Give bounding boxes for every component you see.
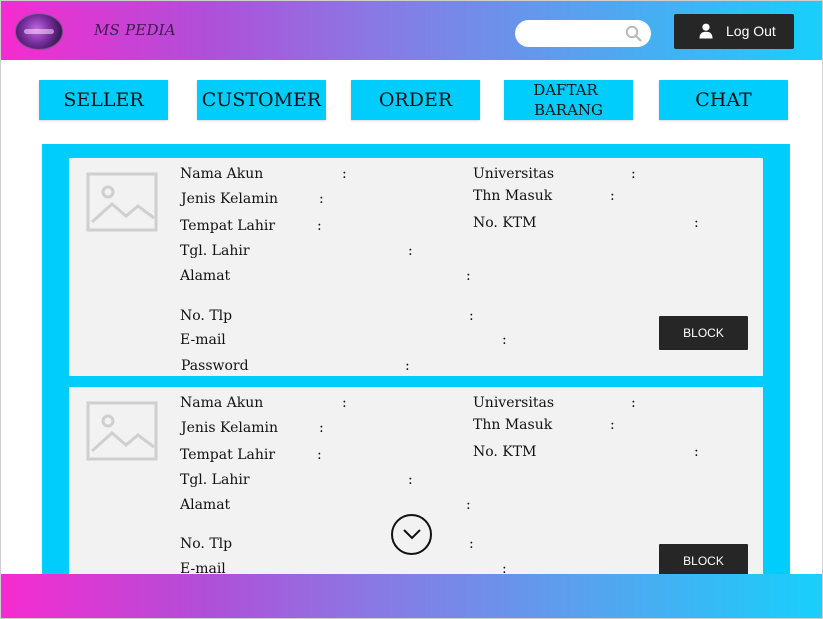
field-alamat: Alamat bbox=[180, 497, 231, 513]
field-no-tlp: No. Tlp bbox=[180, 536, 233, 552]
field-jenis-kelamin: Jenis Kelamin bbox=[181, 191, 278, 207]
colon: : bbox=[408, 243, 413, 259]
colon: : bbox=[469, 308, 474, 324]
colon: : bbox=[342, 166, 347, 182]
colon: : bbox=[469, 536, 474, 552]
nav-daftar-barang-button[interactable]: DAFTAR BARANG bbox=[504, 80, 633, 120]
block-button[interactable]: BLOCK bbox=[659, 544, 748, 576]
header-bar: MS PEDIA Log Out bbox=[1, 1, 822, 60]
scroll-down-button[interactable] bbox=[391, 514, 432, 555]
field-no-ktm: No. KTM bbox=[473, 444, 537, 460]
nav-order-button[interactable]: ORDER bbox=[351, 80, 480, 120]
field-no-tlp: No. Tlp bbox=[180, 308, 233, 324]
nav-customer-button[interactable]: CUSTOMER bbox=[197, 80, 326, 120]
field-universitas: Universitas bbox=[473, 166, 554, 182]
customer-list-panel[interactable]: Nama Akun : Jenis Kelamin : Tempat Lahir… bbox=[42, 144, 790, 576]
field-email: E-mail bbox=[180, 332, 226, 348]
field-password: Password bbox=[181, 358, 249, 374]
colon: : bbox=[408, 472, 413, 488]
image-placeholder-icon bbox=[86, 172, 158, 232]
block-button-label: BLOCK bbox=[683, 554, 724, 568]
footer-bar bbox=[1, 574, 822, 618]
colon: : bbox=[694, 444, 699, 460]
search-icon[interactable] bbox=[625, 25, 642, 42]
colon: : bbox=[631, 166, 636, 182]
field-no-ktm: No. KTM bbox=[473, 215, 537, 231]
block-button-label: BLOCK bbox=[683, 326, 724, 340]
colon: : bbox=[317, 447, 322, 463]
nav-order-label: ORDER bbox=[378, 89, 453, 111]
field-alamat: Alamat bbox=[180, 268, 231, 284]
field-thn-masuk: Thn Masuk bbox=[473, 417, 553, 433]
colon: : bbox=[319, 420, 324, 436]
brand-logo[interactable] bbox=[15, 13, 63, 50]
chevron-down-icon bbox=[403, 529, 421, 540]
colon: : bbox=[631, 395, 636, 411]
nav-chat-label: CHAT bbox=[695, 89, 752, 111]
colon: : bbox=[502, 332, 507, 348]
field-thn-masuk: Thn Masuk bbox=[473, 188, 553, 204]
nav-daftar-label-line2: BARANG bbox=[533, 101, 604, 119]
nav-customer-label: CUSTOMER bbox=[201, 89, 322, 111]
colon: : bbox=[342, 395, 347, 411]
customer-card: Nama Akun : Jenis Kelamin : Tempat Lahir… bbox=[69, 158, 763, 376]
colon: : bbox=[317, 218, 322, 234]
colon: : bbox=[319, 191, 324, 207]
nav-seller-label: SELLER bbox=[63, 89, 144, 111]
field-jenis-kelamin: Jenis Kelamin bbox=[181, 420, 278, 436]
block-button[interactable]: BLOCK bbox=[659, 316, 748, 350]
colon: : bbox=[610, 188, 615, 204]
app-frame: MS PEDIA Log Out SELLER CUSTOMER ORDER D… bbox=[0, 0, 823, 619]
colon: : bbox=[610, 417, 615, 433]
field-tempat-lahir: Tempat Lahir bbox=[180, 218, 276, 234]
field-universitas: Universitas bbox=[473, 395, 554, 411]
logout-label: Log Out bbox=[726, 23, 776, 39]
field-tempat-lahir: Tempat Lahir bbox=[180, 447, 276, 463]
field-nama-akun: Nama Akun bbox=[180, 166, 264, 182]
logout-button[interactable]: Log Out bbox=[674, 14, 794, 49]
nav-chat-button[interactable]: CHAT bbox=[659, 80, 788, 120]
colon: : bbox=[405, 358, 410, 374]
field-nama-akun: Nama Akun bbox=[180, 395, 264, 411]
colon: : bbox=[694, 215, 699, 231]
nav-seller-button[interactable]: SELLER bbox=[39, 80, 168, 120]
colon: : bbox=[466, 268, 471, 284]
field-tgl-lahir: Tgl. Lahir bbox=[180, 243, 250, 259]
colon: : bbox=[466, 497, 471, 513]
brand-name: MS PEDIA bbox=[94, 21, 176, 39]
user-icon bbox=[699, 23, 713, 39]
image-placeholder-icon bbox=[86, 401, 158, 461]
nav-daftar-label-line1: DAFTAR bbox=[533, 81, 598, 99]
field-tgl-lahir: Tgl. Lahir bbox=[180, 472, 250, 488]
search-input[interactable] bbox=[515, 20, 651, 47]
